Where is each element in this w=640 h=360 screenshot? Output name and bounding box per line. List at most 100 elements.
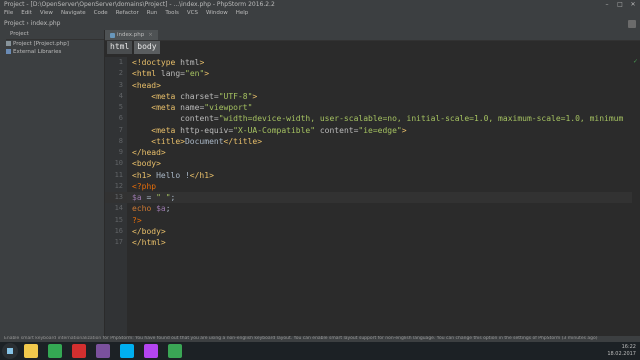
code-text: <meta charset="UTF-8"> <box>132 91 257 102</box>
breadcrumb-html[interactable]: html <box>107 41 133 54</box>
code-token: html <box>180 58 200 67</box>
tree-item-project[interactable]: Project [Project.php] <box>6 40 104 48</box>
code-line[interactable]: 10 <body> <box>105 158 632 169</box>
code-token: charset= <box>180 91 219 101</box>
folder-icon <box>6 41 11 46</box>
code-text: <h1> Hello !</h1> <box>132 170 214 181</box>
opera-icon[interactable] <box>72 344 86 358</box>
editor-tab-bar: index.php × <box>105 30 640 41</box>
menu-vcs[interactable]: VCS <box>183 9 202 18</box>
code-line[interactable]: 14 echo $a; <box>105 203 632 214</box>
code-token: ; <box>170 193 176 202</box>
code-token: > <box>199 58 205 67</box>
tree-item-external-libraries[interactable]: External Libraries <box>6 48 104 56</box>
menu-help[interactable]: Help <box>232 9 253 18</box>
code-line[interactable]: 13 $a = " "; <box>105 192 632 204</box>
clock-time[interactable]: 16:22 <box>576 344 636 351</box>
project-panel-header[interactable]: Project <box>6 30 104 40</box>
code-text: </body> <box>132 226 166 237</box>
menu-file[interactable]: File <box>0 9 17 18</box>
line-number: 9 <box>118 148 123 156</box>
code-token: content= <box>319 125 359 135</box>
maximize-button[interactable]: □ <box>615 0 625 9</box>
skype-icon[interactable] <box>120 344 134 358</box>
menu-window[interactable]: Window <box>202 9 232 18</box>
code-text: $a = " "; <box>132 192 175 203</box>
code-text: content="width=device-width, user-scalab… <box>132 113 623 124</box>
code-line[interactable]: 7 <meta http-equiv="X-UA-Compatible" con… <box>105 125 632 136</box>
start-button[interactable] <box>2 343 18 359</box>
code-line[interactable]: 4 <meta charset="UTF-8"> <box>105 91 632 102</box>
code-token: <html <box>132 69 161 79</box>
code-token: <meta <box>151 91 181 101</box>
menu-code[interactable]: Code <box>90 9 112 18</box>
close-tab-icon[interactable]: × <box>148 30 153 40</box>
line-number: 13 <box>114 193 123 201</box>
menu-edit[interactable]: Edit <box>17 9 36 18</box>
code-line[interactable]: 2 <html lang="en"> <box>105 68 632 79</box>
menu-navigate[interactable]: Navigate <box>57 9 90 18</box>
code-text: <?php <box>132 181 156 192</box>
code-line[interactable]: 15 ?> <box>105 215 632 226</box>
menu-view[interactable]: View <box>36 9 57 18</box>
chrome-icon[interactable] <box>48 344 62 358</box>
project-panel: Project Project [Project.php] External L… <box>6 30 105 336</box>
code-text: </head> <box>132 147 166 158</box>
line-number: 5 <box>118 103 123 111</box>
code-token: "X-UA-Compatible" <box>233 125 320 135</box>
code-text: </html> <box>132 237 166 248</box>
code-token: ?> <box>132 215 142 225</box>
check-icon: ✓ <box>633 58 639 65</box>
code-token: " " <box>156 193 171 202</box>
code-token: ; <box>165 204 171 214</box>
code-line[interactable]: 17 </html> <box>105 237 632 248</box>
code-text: <body> <box>132 158 161 169</box>
code-token: Document <box>184 136 224 146</box>
code-editor[interactable]: 1 <!doctype html> 2 <html lang="en"> 3 <head>… <box>105 57 632 248</box>
code-line[interactable]: 5 <meta name="viewport" <box>105 102 632 113</box>
line-number: 11 <box>114 170 123 179</box>
phpstorm-icon[interactable] <box>144 344 158 358</box>
code-line[interactable]: 1 <!doctype html> <box>105 57 632 68</box>
minimize-button[interactable]: – <box>602 0 612 9</box>
code-line[interactable]: 16 </body> <box>105 226 632 237</box>
menu-tools[interactable]: Tools <box>161 9 183 18</box>
line-number: 6 <box>118 114 123 123</box>
code-line[interactable]: 6 content="width=device-width, user-scal… <box>105 113 632 124</box>
clock-date[interactable]: 18.02.2017 <box>576 351 636 358</box>
menu-run[interactable]: Run <box>143 9 162 18</box>
code-token: name= <box>180 103 205 112</box>
tab-index-php[interactable]: index.php × <box>105 30 158 40</box>
code-token: $a <box>156 204 166 214</box>
explorer-icon[interactable] <box>24 344 38 358</box>
code-token: <?php <box>132 181 157 191</box>
code-line[interactable]: 8 <title>Document</title> <box>105 136 632 147</box>
close-button[interactable]: ✕ <box>628 0 638 9</box>
code-line[interactable]: 9 </head> <box>105 147 632 158</box>
code-token: </h1> <box>189 170 214 180</box>
editor-area: index.php × html body 1 <!doctype html> 2 <… <box>105 30 640 336</box>
code-line[interactable]: 11 <h1> Hello !</h1> <box>105 170 632 181</box>
code-token: <title> <box>151 136 185 146</box>
line-number: 17 <box>114 238 123 246</box>
breadcrumb-body[interactable]: body <box>134 41 160 54</box>
code-token: http-equiv= <box>180 125 234 135</box>
code-token: <h1> <box>132 170 152 180</box>
code-text: <!doctype html> <box>132 57 204 68</box>
code-token: > <box>204 69 210 79</box>
code-line[interactable]: 3 <head> <box>105 80 632 91</box>
camtasia-icon[interactable] <box>168 344 182 358</box>
editor-scrollbar[interactable]: ✓ <box>632 57 640 336</box>
code-text: <head> <box>132 80 161 91</box>
nav-breadcrumb[interactable]: Project › index.php <box>4 20 60 27</box>
search-everywhere-icon[interactable] <box>628 20 636 28</box>
menu-refactor[interactable]: Refactor <box>112 9 143 18</box>
code-token: <head> <box>132 80 161 90</box>
viber-icon[interactable] <box>96 344 110 358</box>
tab-label: index.php <box>117 32 145 38</box>
code-token: <body> <box>132 159 161 169</box>
code-line[interactable]: 12 <?php <box>105 181 632 192</box>
line-number: 2 <box>118 69 123 78</box>
